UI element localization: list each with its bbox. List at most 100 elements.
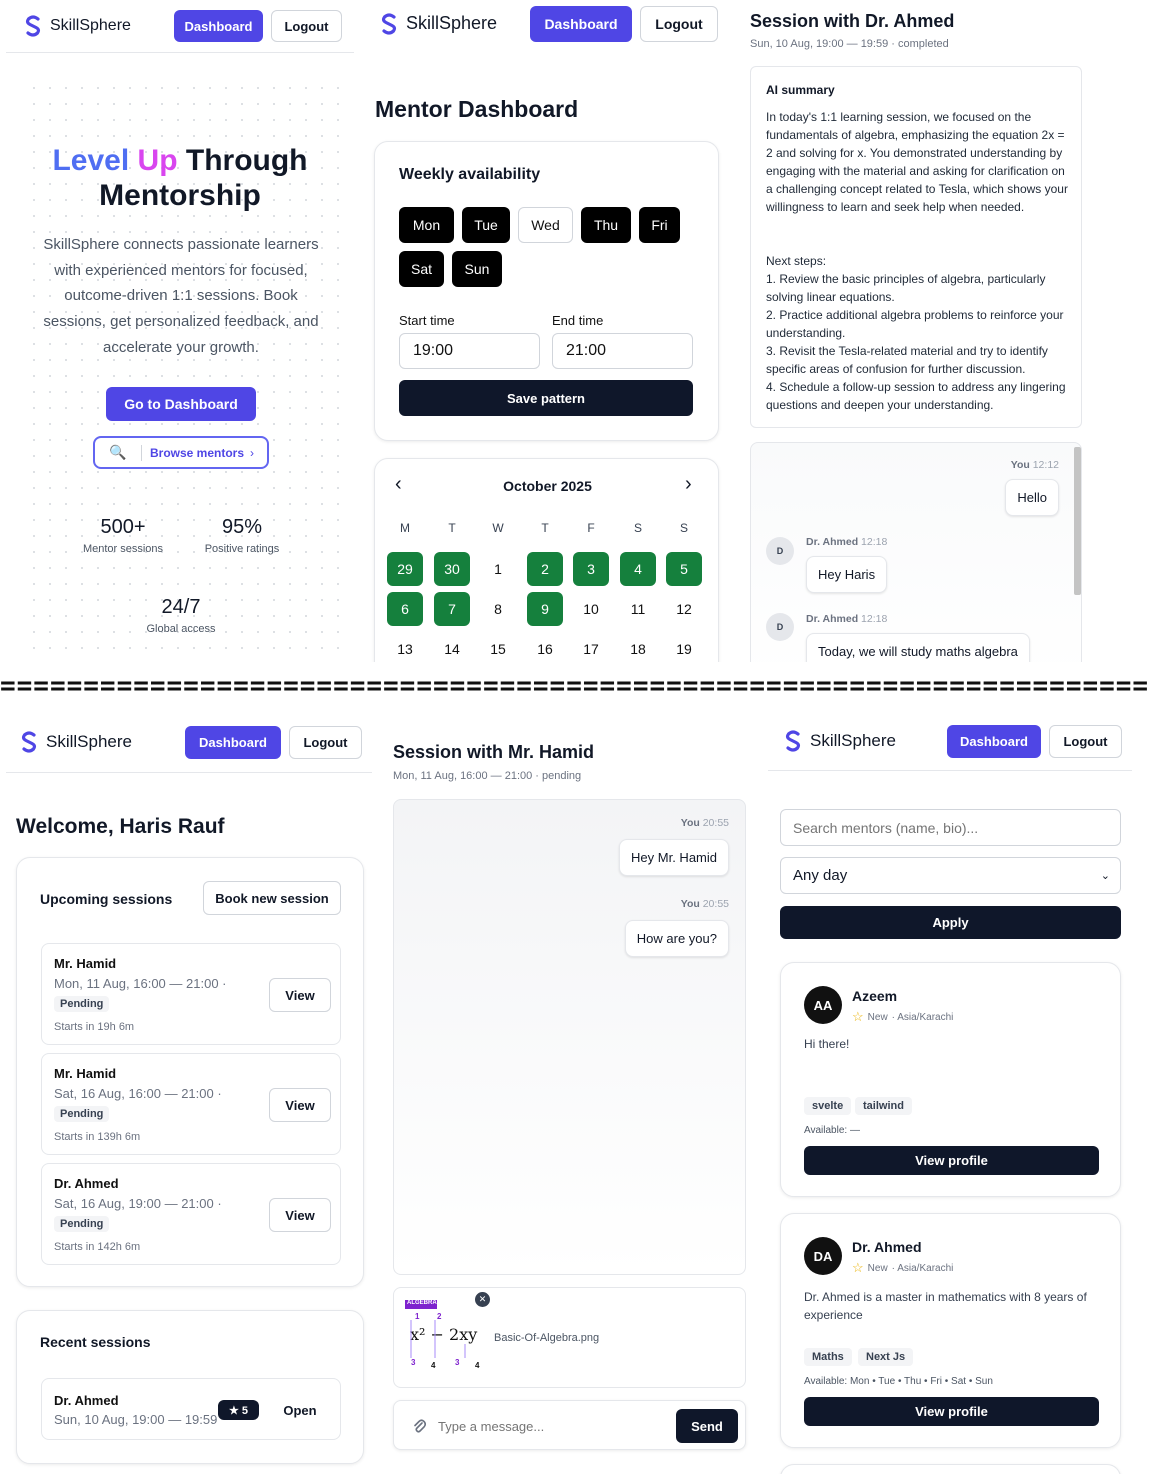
browse-mentors-button[interactable]: 🔍 Browse mentors ›: [93, 436, 269, 469]
stat-sessions-number: 500+: [100, 516, 146, 538]
calendar-day[interactable]: 19: [666, 632, 702, 662]
chevron-right-icon[interactable]: ›: [685, 473, 692, 496]
calendar-day[interactable]: 16: [527, 632, 563, 662]
calendar-day-available[interactable]: 2: [527, 552, 563, 586]
calendar-day-available[interactable]: 4: [620, 552, 656, 586]
calendar-day[interactable]: 1: [480, 552, 516, 586]
day-toggle-sat[interactable]: Sat: [399, 251, 444, 287]
close-icon[interactable]: ✕: [475, 1292, 490, 1307]
start-time-input[interactable]: 19:00: [399, 333, 540, 369]
hero-title-word-up: Up: [137, 144, 178, 177]
logout-button[interactable]: Logout: [271, 10, 342, 42]
brand[interactable]: SkillSphere: [20, 731, 132, 753]
view-profile-button[interactable]: View profile: [804, 1146, 1099, 1175]
search-icon: 🔍: [109, 444, 127, 460]
calendar-day[interactable]: 15: [480, 632, 516, 662]
recent-title: Recent sessions: [40, 1334, 151, 1350]
svg-text:3: 3: [455, 1358, 460, 1367]
brand[interactable]: SkillSphere: [24, 15, 131, 37]
star-outline-icon: ☆: [852, 1009, 864, 1024]
calendar-day[interactable]: 11: [620, 592, 656, 626]
day-select[interactable]: Any day ⌄: [780, 857, 1121, 894]
calendar-day[interactable]: 18: [620, 632, 656, 662]
session-mentor: Mr. Hamid: [54, 1066, 117, 1081]
calendar-day-available[interactable]: 9: [527, 592, 563, 626]
calendar-day[interactable]: 12: [666, 592, 702, 626]
dashboard-button[interactable]: Dashboard: [947, 724, 1041, 758]
message-bubble: How are you?: [624, 920, 729, 957]
calendar-month: October 2025: [503, 478, 592, 494]
session-title: Session with Dr. Ahmed: [750, 11, 955, 31]
attachment-thumbnail: ALGEBRA x² − 2xy + , 1 2 3 3 4 4: [405, 1300, 483, 1372]
brand-name: SkillSphere: [406, 13, 498, 33]
book-new-session-button[interactable]: Book new session: [203, 881, 341, 915]
browse-mentors-label: Browse mentors: [150, 445, 245, 460]
logout-button[interactable]: Logout: [289, 725, 362, 759]
calendar-day[interactable]: 8: [480, 592, 516, 626]
calendar-day[interactable]: 14: [434, 632, 470, 662]
day-toggle-fri[interactable]: Fri: [639, 207, 680, 243]
algebra-image: x² − 2xy + , 1 2 3 3 4 4: [410, 1312, 483, 1370]
attachment-preview: ALGEBRA x² − 2xy + , 1 2 3 3 4 4 ✕ Basic…: [393, 1287, 746, 1388]
message-input[interactable]: [438, 1413, 658, 1439]
chevron-down-icon: ⌄: [1100, 870, 1110, 882]
search-input[interactable]: [780, 809, 1121, 846]
availability-title: Weekly availability: [399, 166, 541, 183]
dashboard-button[interactable]: Dashboard: [185, 725, 281, 759]
session-time: Sat, 16 Aug, 19:00 — 21:00 ·: [54, 1196, 222, 1211]
day-toggle-wed[interactable]: Wed: [518, 207, 573, 243]
go-to-dashboard-button[interactable]: Go to Dashboard: [106, 387, 256, 421]
day-toggle-sun[interactable]: Sun: [452, 251, 502, 287]
logo-icon: [25, 15, 41, 37]
session-subtitle: Sun, 10 Aug, 19:00 — 19:59 · completed: [750, 38, 949, 50]
calendar-day-available[interactable]: 5: [666, 552, 702, 586]
recent-sessions-card: Recent sessions Dr. Ahmed Sun, 10 Aug, 1…: [16, 1310, 364, 1464]
mentor-card: [780, 1464, 1121, 1474]
calendar-day-available[interactable]: 3: [573, 552, 609, 586]
paperclip-icon[interactable]: [412, 1418, 426, 1434]
calendar-weekday: S: [679, 521, 688, 535]
view-session-button[interactable]: View: [269, 1088, 331, 1122]
svg-text:4: 4: [431, 1361, 436, 1370]
calendar-day[interactable]: 10: [573, 592, 609, 626]
recent-session-item: Dr. Ahmed Sun, 10 Aug, 19:00 — 19:59 ★ 5…: [41, 1378, 341, 1440]
open-session-button[interactable]: Open: [270, 1393, 330, 1427]
message-meta: Dr. Ahmed 12:18: [806, 613, 888, 625]
session-title: Session with Mr. Hamid: [393, 742, 595, 762]
calendar-day[interactable]: 17: [573, 632, 609, 662]
calendar-day-available[interactable]: 7: [434, 592, 470, 626]
day-toggle-tue[interactable]: Tue: [462, 207, 510, 243]
page-title: Mentor Dashboard: [375, 96, 579, 122]
save-pattern-button[interactable]: Save pattern: [399, 380, 693, 416]
view-session-button[interactable]: View: [269, 978, 331, 1012]
scrollbar[interactable]: [1074, 447, 1081, 595]
day-toggle-thu[interactable]: Thu: [581, 207, 631, 243]
day-toggle-mon[interactable]: Mon: [399, 207, 454, 243]
logout-button[interactable]: Logout: [640, 5, 718, 42]
brand[interactable]: SkillSphere: [380, 12, 498, 35]
send-button[interactable]: Send: [676, 1409, 738, 1443]
ai-summary-box: AI summary In today's 1:1 learning sessi…: [750, 66, 1082, 428]
session-mentor: Dr. Ahmed: [54, 1393, 119, 1408]
calendar-day[interactable]: 13: [387, 632, 423, 662]
session-subtitle: Mon, 11 Aug, 16:00 — 21:00 · pending: [393, 770, 582, 782]
apply-button[interactable]: Apply: [780, 906, 1121, 939]
calendar-day-available[interactable]: 30: [434, 552, 470, 586]
dashboard-button[interactable]: Dashboard: [174, 10, 263, 42]
view-profile-button[interactable]: View profile: [804, 1397, 1099, 1426]
calendar-day-available[interactable]: 6: [387, 592, 423, 626]
calendar-day-available[interactable]: 29: [387, 552, 423, 586]
browse-mentors-panel: SkillSphere Dashboard Logout Any day ⌄ A…: [768, 712, 1132, 1474]
brand-name: SkillSphere: [50, 17, 131, 34]
hero-title-word-level: Level: [52, 144, 130, 177]
brand[interactable]: SkillSphere: [784, 730, 896, 752]
next-steps-list: 1. Review the basic principles of algebr…: [766, 270, 1071, 414]
dashboard-button[interactable]: Dashboard: [530, 5, 632, 42]
screenshot-divider: ========================================…: [0, 674, 1149, 698]
logout-button[interactable]: Logout: [1049, 724, 1122, 758]
svg-text:3: 3: [411, 1358, 416, 1367]
logo-icon: [785, 730, 801, 752]
end-time-input[interactable]: 21:00: [552, 333, 693, 369]
view-session-button[interactable]: View: [269, 1198, 331, 1232]
session-mentor: Mr. Hamid: [54, 956, 117, 971]
